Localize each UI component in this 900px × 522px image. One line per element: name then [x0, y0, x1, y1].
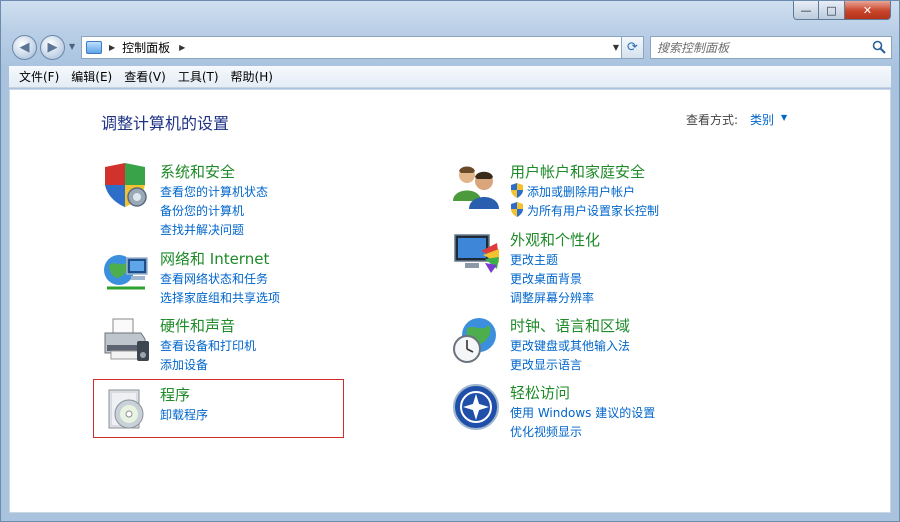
close-button[interactable]: ✕: [845, 1, 891, 20]
refresh-icon: ⟳: [627, 40, 638, 55]
maximize-button[interactable]: □: [819, 1, 845, 20]
refresh-button[interactable]: ⟳: [621, 36, 644, 59]
back-button[interactable]: ◀: [12, 35, 37, 60]
category-title-user-accounts[interactable]: 用户帐户和家庭安全: [510, 161, 645, 182]
category-title-clock-language-region[interactable]: 时钟、语言和区域: [510, 315, 630, 336]
link-adjust-resolution[interactable]: 调整屏幕分辨率: [510, 289, 594, 306]
search-icon[interactable]: [872, 40, 886, 54]
arrow-right-icon: ▶: [47, 40, 58, 55]
link-add-device[interactable]: 添加设备: [160, 356, 208, 373]
link-view-computer-status[interactable]: 查看您的计算机状态: [160, 183, 268, 200]
link-view-network-status[interactable]: 查看网络状态和任务: [160, 270, 268, 287]
link-homegroup-sharing[interactable]: 选择家庭组和共享选项: [160, 289, 280, 306]
chevron-down-icon[interactable]: ▼: [781, 113, 787, 122]
link-change-theme[interactable]: 更改主题: [510, 251, 558, 268]
search-box[interactable]: [650, 36, 892, 59]
window-controls: — □ ✕: [793, 1, 891, 21]
address-history-dropdown[interactable]: ▼: [613, 43, 619, 52]
category-title-ease-of-access[interactable]: 轻松访问: [510, 382, 570, 403]
uac-shield-icon: [511, 183, 523, 198]
category-title-hardware-sound[interactable]: 硬件和声音: [160, 315, 235, 336]
menu-view[interactable]: 查看(V): [118, 68, 172, 85]
network-globe-icon[interactable]: [101, 248, 151, 298]
security-shield-icon[interactable]: [101, 161, 151, 211]
category-title-network-internet[interactable]: 网络和 Internet: [160, 248, 269, 269]
clock-globe-icon[interactable]: [451, 315, 501, 365]
breadcrumb-chevron-icon[interactable]: ▶: [179, 43, 185, 52]
link-change-desktop-background[interactable]: 更改桌面背景: [510, 270, 582, 287]
arrow-left-icon: ◀: [19, 40, 30, 55]
link-optimize-visual-display[interactable]: 优化视频显示: [510, 423, 582, 440]
link-find-fix-problems[interactable]: 查找并解决问题: [160, 221, 244, 238]
view-by-dropdown[interactable]: 类别: [750, 111, 774, 128]
link-backup-computer[interactable]: 备份您的计算机: [160, 202, 244, 219]
navigation-bar: ◀ ▶ ▼ ▶ 控制面板 ▶ ▼ ⟳: [9, 33, 892, 61]
uac-shield-icon: [511, 202, 523, 217]
link-devices-printers[interactable]: 查看设备和打印机: [160, 337, 256, 354]
link-change-input-methods[interactable]: 更改键盘或其他输入法: [510, 337, 630, 354]
monitor-palette-icon[interactable]: [451, 229, 501, 279]
content-pane: 调整计算机的设置 查看方式: 类别 ▼ 系统和安全 查看您的计算机状态 备份您的…: [9, 89, 891, 513]
printer-icon[interactable]: [101, 315, 151, 365]
menu-help[interactable]: 帮助(H): [225, 68, 279, 85]
view-by-label: 查看方式:: [686, 113, 739, 127]
menu-file[interactable]: 文件(F): [13, 68, 65, 85]
forward-button[interactable]: ▶: [40, 35, 65, 60]
menu-tools[interactable]: 工具(T): [172, 68, 225, 85]
control-panel-window: — □ ✕ ◀ ▶ ▼ ▶ 控制面板 ▶ ▼ ⟳ 文件(F): [0, 0, 900, 522]
link-change-display-language[interactable]: 更改显示语言: [510, 356, 582, 373]
recent-pages-dropdown[interactable]: ▼: [69, 42, 75, 51]
breadcrumb-chevron-icon[interactable]: ▶: [109, 43, 115, 52]
menu-bar: 文件(F) 编辑(E) 查看(V) 工具(T) 帮助(H): [9, 66, 891, 88]
address-bar[interactable]: ▶ 控制面板 ▶ ▼: [81, 36, 626, 59]
search-input[interactable]: [657, 38, 867, 57]
page-title: 调整计算机的设置: [101, 114, 230, 133]
control-panel-icon: [86, 41, 102, 54]
link-windows-recommended-settings[interactable]: 使用 Windows 建议的设置: [510, 404, 655, 421]
minimize-button[interactable]: —: [793, 1, 819, 20]
category-title-appearance[interactable]: 外观和个性化: [510, 229, 600, 250]
link-add-remove-accounts[interactable]: 添加或删除用户帐户: [527, 183, 635, 200]
users-icon[interactable]: [451, 161, 501, 211]
link-parental-controls[interactable]: 为所有用户设置家长控制: [527, 202, 659, 219]
menu-edit[interactable]: 编辑(E): [65, 68, 118, 85]
breadcrumb-control-panel[interactable]: 控制面板: [122, 39, 170, 56]
category-title-system-security[interactable]: 系统和安全: [160, 161, 235, 182]
highlight-box: [93, 379, 344, 438]
ease-of-access-icon[interactable]: [451, 382, 501, 432]
